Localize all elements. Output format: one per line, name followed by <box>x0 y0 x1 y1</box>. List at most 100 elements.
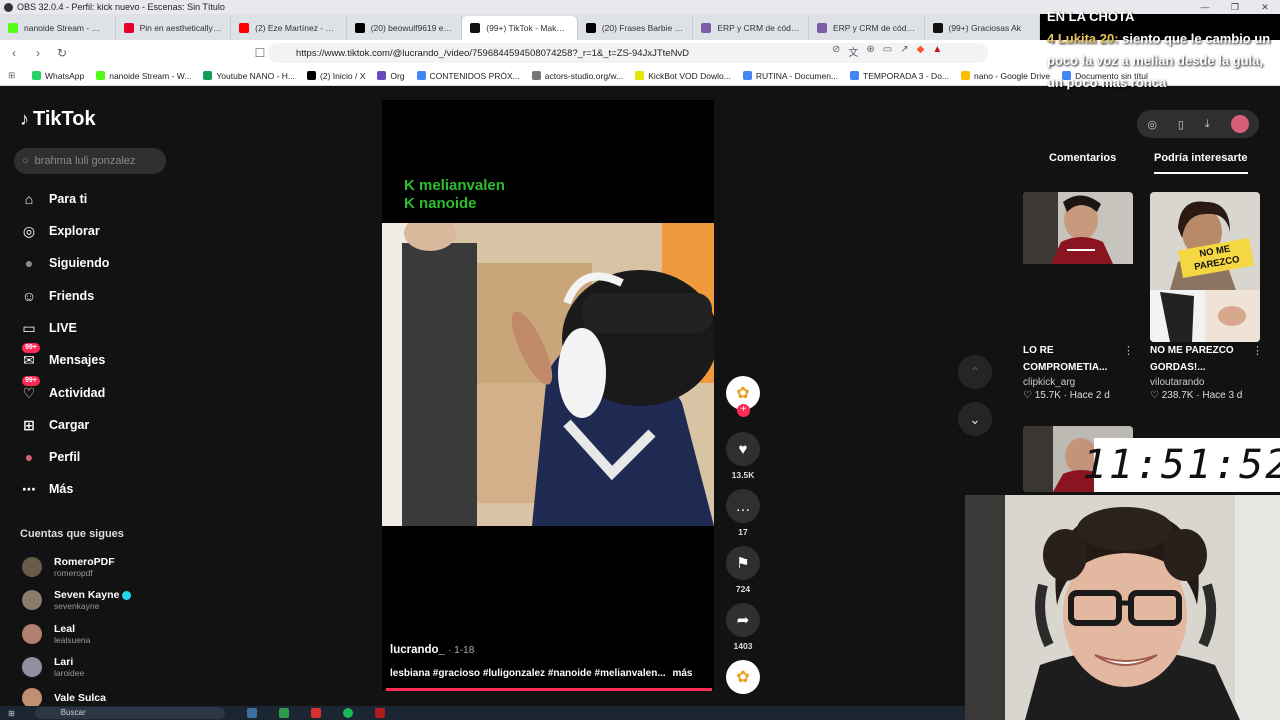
video-author-handle[interactable]: lucrando_ <box>390 644 445 656</box>
bookmark-item[interactable]: nanoide Stream - W... <box>96 71 191 81</box>
bookmark-item[interactable]: Org <box>377 70 405 81</box>
browser-icon[interactable] <box>310 708 321 718</box>
sound-disc[interactable]: ✿ <box>726 660 760 694</box>
recommended-video-card[interactable]: NO ME PAREZCO NO ME PAREZCO GORDAS!... v… <box>1150 192 1263 401</box>
tab-comentarios[interactable]: Comentarios <box>1049 152 1116 164</box>
video-progress-bar[interactable] <box>386 688 712 691</box>
spotify-icon[interactable] <box>342 708 353 718</box>
avatar <box>22 557 42 577</box>
next-video-button[interactable]: ⌄ <box>958 402 992 436</box>
search-icon: ○ <box>22 155 29 167</box>
windows-start-icon[interactable]: ⊞ <box>8 709 15 718</box>
task-view-icon[interactable] <box>246 708 257 718</box>
nav-item-mensajes[interactable]: ✉ 99+ Mensajes <box>20 343 105 371</box>
bookmark-item[interactable]: nano - Google Drive <box>961 71 1050 81</box>
bookmark-item[interactable]: KickBot VOD Dowlo... <box>635 71 731 81</box>
browser-tab[interactable]: (2) Eze Martínez - YouTube <box>231 16 347 40</box>
recommended-video-card[interactable]: LO RE COMPROMETIA... clipkick_arg ♡ 15.7… <box>1023 192 1134 401</box>
mute-icon[interactable]: ⊘ <box>832 44 840 59</box>
bookmark-item[interactable]: RUTINA - Documen... <box>742 70 839 81</box>
previous-video-button[interactable]: ⌃ <box>958 355 992 389</box>
creator-avatar[interactable]: ✿ + <box>726 376 760 417</box>
caption-more-link[interactable]: más <box>672 668 692 679</box>
share-button[interactable]: ➦ 1403 <box>726 603 760 651</box>
tab-favicon-icon <box>239 23 250 33</box>
browser-tab[interactable]: ERP y CRM de código abi <box>693 16 809 40</box>
browser-tab[interactable]: (20) Frases Barbie en X: "S <box>578 16 694 40</box>
save-button[interactable]: ⚑ 724 <box>726 546 760 594</box>
following-account[interactable]: Leal lealsuena <box>22 623 90 645</box>
user-avatar[interactable] <box>1230 115 1249 133</box>
back-arrow-icon[interactable]: ‹ <box>4 46 24 60</box>
compass-icon[interactable]: ◎ <box>1147 118 1157 131</box>
browser-tab[interactable]: (99+) TikTok - Make Your D <box>462 16 578 40</box>
bookmark-icon <box>742 71 752 80</box>
stream-clock: 11:51:52 <box>1083 438 1280 492</box>
taskbar-search[interactable]: Buscar <box>34 707 225 719</box>
browser-tab[interactable]: nanoide Stream - Watch l <box>0 16 116 40</box>
card-menu-icon[interactable]: ⋮ <box>1252 344 1263 357</box>
browser-tab[interactable]: (99+) Graciosas Ak <box>925 16 1041 40</box>
card-menu-icon[interactable]: ⋮ <box>1123 344 1134 357</box>
tiktok-logo[interactable]: ♪ TikTok <box>20 108 96 131</box>
bookmark-item[interactable]: actors-studio.org/w... <box>531 71 623 81</box>
account-text: Leal lealsuena <box>54 623 90 645</box>
nav-item-siguiendo[interactable]: ● Siguiendo <box>20 252 110 274</box>
bookmark-icon <box>416 71 426 80</box>
share-page-icon[interactable]: ↗ <box>900 44 908 59</box>
follow-plus-icon[interactable]: + <box>737 404 750 417</box>
video-clip[interactable] <box>382 223 714 526</box>
upload-icon: ⊞ <box>23 416 35 433</box>
brave-icon[interactable]: ◆ <box>917 44 925 59</box>
browser-tab[interactable]: ERP y CRM de código abi <box>809 16 925 40</box>
video-caption: lesbiana #gracioso #luligonzalez #nanoid… <box>390 668 710 679</box>
following-account[interactable]: Lari laroidee <box>22 656 84 678</box>
bookmark-label: TEMPORADA 3 - Do... <box>863 70 950 81</box>
following-account[interactable]: RomeroPDF romeropdf <box>22 556 115 578</box>
browser-tab[interactable]: (20) beowulf9619 en X: "q <box>347 16 463 40</box>
bookmark-label: CONTENIDOS PRÓX... <box>429 70 520 81</box>
translate-icon[interactable]: 文 <box>848 44 858 59</box>
bookmark-item[interactable]: Youtube NANO - H... <box>203 71 295 81</box>
nav-item-explorar[interactable]: ◎ Explorar <box>20 220 100 242</box>
bookmark-label: RUTINA - Documen... <box>755 70 839 81</box>
chat-user: 4 Lukita 20: <box>1047 31 1119 46</box>
nav-item-más[interactable]: ⋯ Más <box>20 478 73 500</box>
zoom-icon[interactable]: ⊕ <box>866 44 874 59</box>
card-user[interactable]: clipkick_arg <box>1023 377 1133 388</box>
following-account[interactable]: Vale Sulca <box>22 688 106 708</box>
nav-label: LIVE <box>49 321 77 335</box>
save-count: 724 <box>735 584 751 594</box>
like-button[interactable]: ♥ 13.5K <box>726 432 760 480</box>
download-icon[interactable]: ⤓ <box>1205 118 1210 131</box>
bookmark-item[interactable]: (2) Inicio / X <box>307 71 365 81</box>
bookmark-label: Org <box>390 70 405 81</box>
following-account[interactable]: Seven Kayne sevenkayne <box>22 589 132 611</box>
bookmark-item[interactable]: WhatsApp <box>32 71 84 81</box>
nav-item-actividad[interactable]: ♡ 99+ Actividad <box>20 376 105 404</box>
nav-item-perfil[interactable]: ● Perfil <box>20 446 81 468</box>
video-author[interactable]: lucrando_ · 1-18 <box>390 644 474 656</box>
bookmark-item[interactable]: CONTENIDOS PRÓX... <box>416 70 520 81</box>
search-input[interactable]: ○ brahma luli gonzalez <box>14 148 166 174</box>
reload-icon[interactable]: ↻ <box>52 46 72 60</box>
card-user[interactable]: viloutarando <box>1150 377 1260 388</box>
phone-icon[interactable]: ▯ <box>1178 118 1184 131</box>
comment-button[interactable]: … 17 <box>726 489 760 537</box>
rewards-icon[interactable]: ▲ <box>932 44 942 59</box>
apps-grid-icon[interactable]: ⊞ <box>8 70 15 81</box>
cast-icon[interactable]: ▭ <box>883 44 892 59</box>
tab-podria-interesarte[interactable]: Podría interesarte <box>1154 152 1248 174</box>
bookmark-star-icon[interactable]: ☐ <box>250 46 270 60</box>
bookmark-item[interactable]: TEMPORADA 3 - Do... <box>850 71 949 81</box>
card-meta: ♡ 238.7K · Hace 3 d <box>1150 390 1243 401</box>
nav-item-live[interactable]: ▭ LIVE <box>20 317 77 339</box>
nav-item-friends[interactable]: ☺ Friends <box>20 285 94 307</box>
app-icon[interactable] <box>278 708 289 718</box>
nav-item-para-ti[interactable]: ⌂ Para ti <box>20 188 87 210</box>
forward-arrow-icon[interactable]: › <box>28 46 48 60</box>
obs-taskbar-icon[interactable] <box>374 708 385 718</box>
nav-item-cargar[interactable]: ⊞ Cargar <box>20 414 89 436</box>
browser-tab[interactable]: Pin en aesthetically pleasin <box>116 16 232 40</box>
stream-chat-overlay: EN LA CHOTA 4 Lukita 20: siento que le c… <box>1047 6 1277 94</box>
